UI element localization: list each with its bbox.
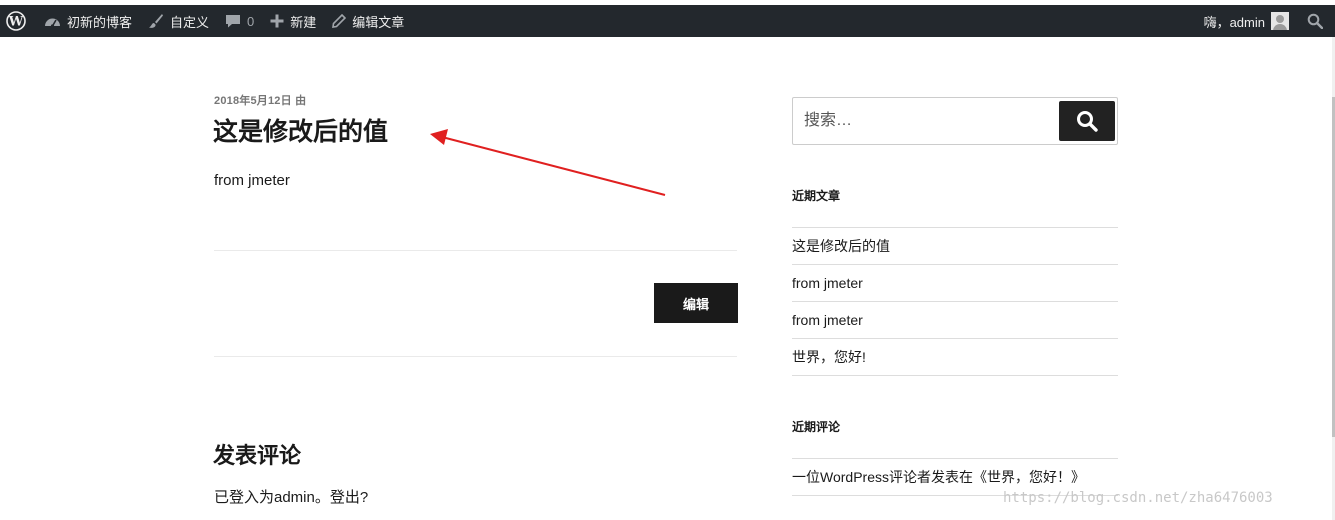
comments-link[interactable]: 0 (217, 5, 262, 37)
greeting-label: 嗨，admin (1203, 14, 1265, 30)
watermark: https://blog.csdn.net/zha6476003 (1003, 490, 1273, 506)
customize-label: 自定义 (170, 14, 210, 30)
logged-in-text[interactable]: 已登入为admin。登出? (214, 486, 368, 507)
paintbrush-icon (149, 14, 164, 28)
comments-title: 发表评论 (213, 443, 302, 468)
post-title: 这是修改后的值 (213, 118, 389, 146)
recent-posts-list: 这是修改后的值 from jmeter from jmeter 世界，您好! (792, 227, 1118, 376)
admin-bar: W 初新的博客 自定义 0 新建 编辑文章 嗨，admin (0, 5, 1335, 37)
wordpress-logo-icon: W (6, 11, 26, 31)
plus-icon (270, 14, 284, 28)
search-form (792, 97, 1118, 145)
search-icon (1077, 111, 1098, 132)
recent-comments-title: 近期评论 (792, 420, 841, 434)
comments-count: 0 (247, 13, 255, 29)
post-meta: 2018年5月12日 由 (214, 95, 307, 107)
footer-divider (214, 356, 737, 357)
dashboard-gauge-icon (45, 18, 60, 28)
wordpress-logo-button[interactable]: W (0, 5, 36, 37)
search-icon (1307, 13, 1323, 29)
recent-posts-title: 近期文章 (792, 189, 841, 203)
admin-search-button[interactable] (1297, 5, 1335, 37)
svg-text:W: W (8, 15, 24, 30)
recent-post-item[interactable]: from jmeter (792, 265, 1118, 302)
search-button[interactable] (1059, 101, 1115, 141)
recent-post-item[interactable]: 世界，您好! (792, 339, 1118, 376)
avatar (1271, 12, 1289, 30)
recent-post-item[interactable]: 这是修改后的值 (792, 228, 1118, 265)
site-name-label: 初新的博客 (67, 14, 133, 30)
edit-post-button[interactable]: 编辑 (654, 283, 738, 323)
my-account-menu[interactable]: 嗨，admin (1196, 5, 1297, 37)
recent-post-item[interactable]: from jmeter (792, 302, 1118, 339)
customize-link[interactable]: 自定义 (140, 5, 217, 37)
site-name-menu[interactable]: 初新的博客 (36, 5, 140, 37)
post-content: from jmeter (214, 172, 290, 189)
new-content-menu[interactable]: 新建 (262, 5, 324, 37)
edit-post-label: 编辑文章 (352, 14, 405, 30)
annotation-arrow (430, 129, 666, 196)
new-label: 新建 (290, 14, 317, 30)
content-divider (214, 250, 737, 251)
search-input[interactable] (794, 99, 1056, 143)
pencil-icon (332, 14, 347, 28)
edit-post-link[interactable]: 编辑文章 (324, 5, 412, 37)
speech-bubble-icon (226, 15, 241, 28)
